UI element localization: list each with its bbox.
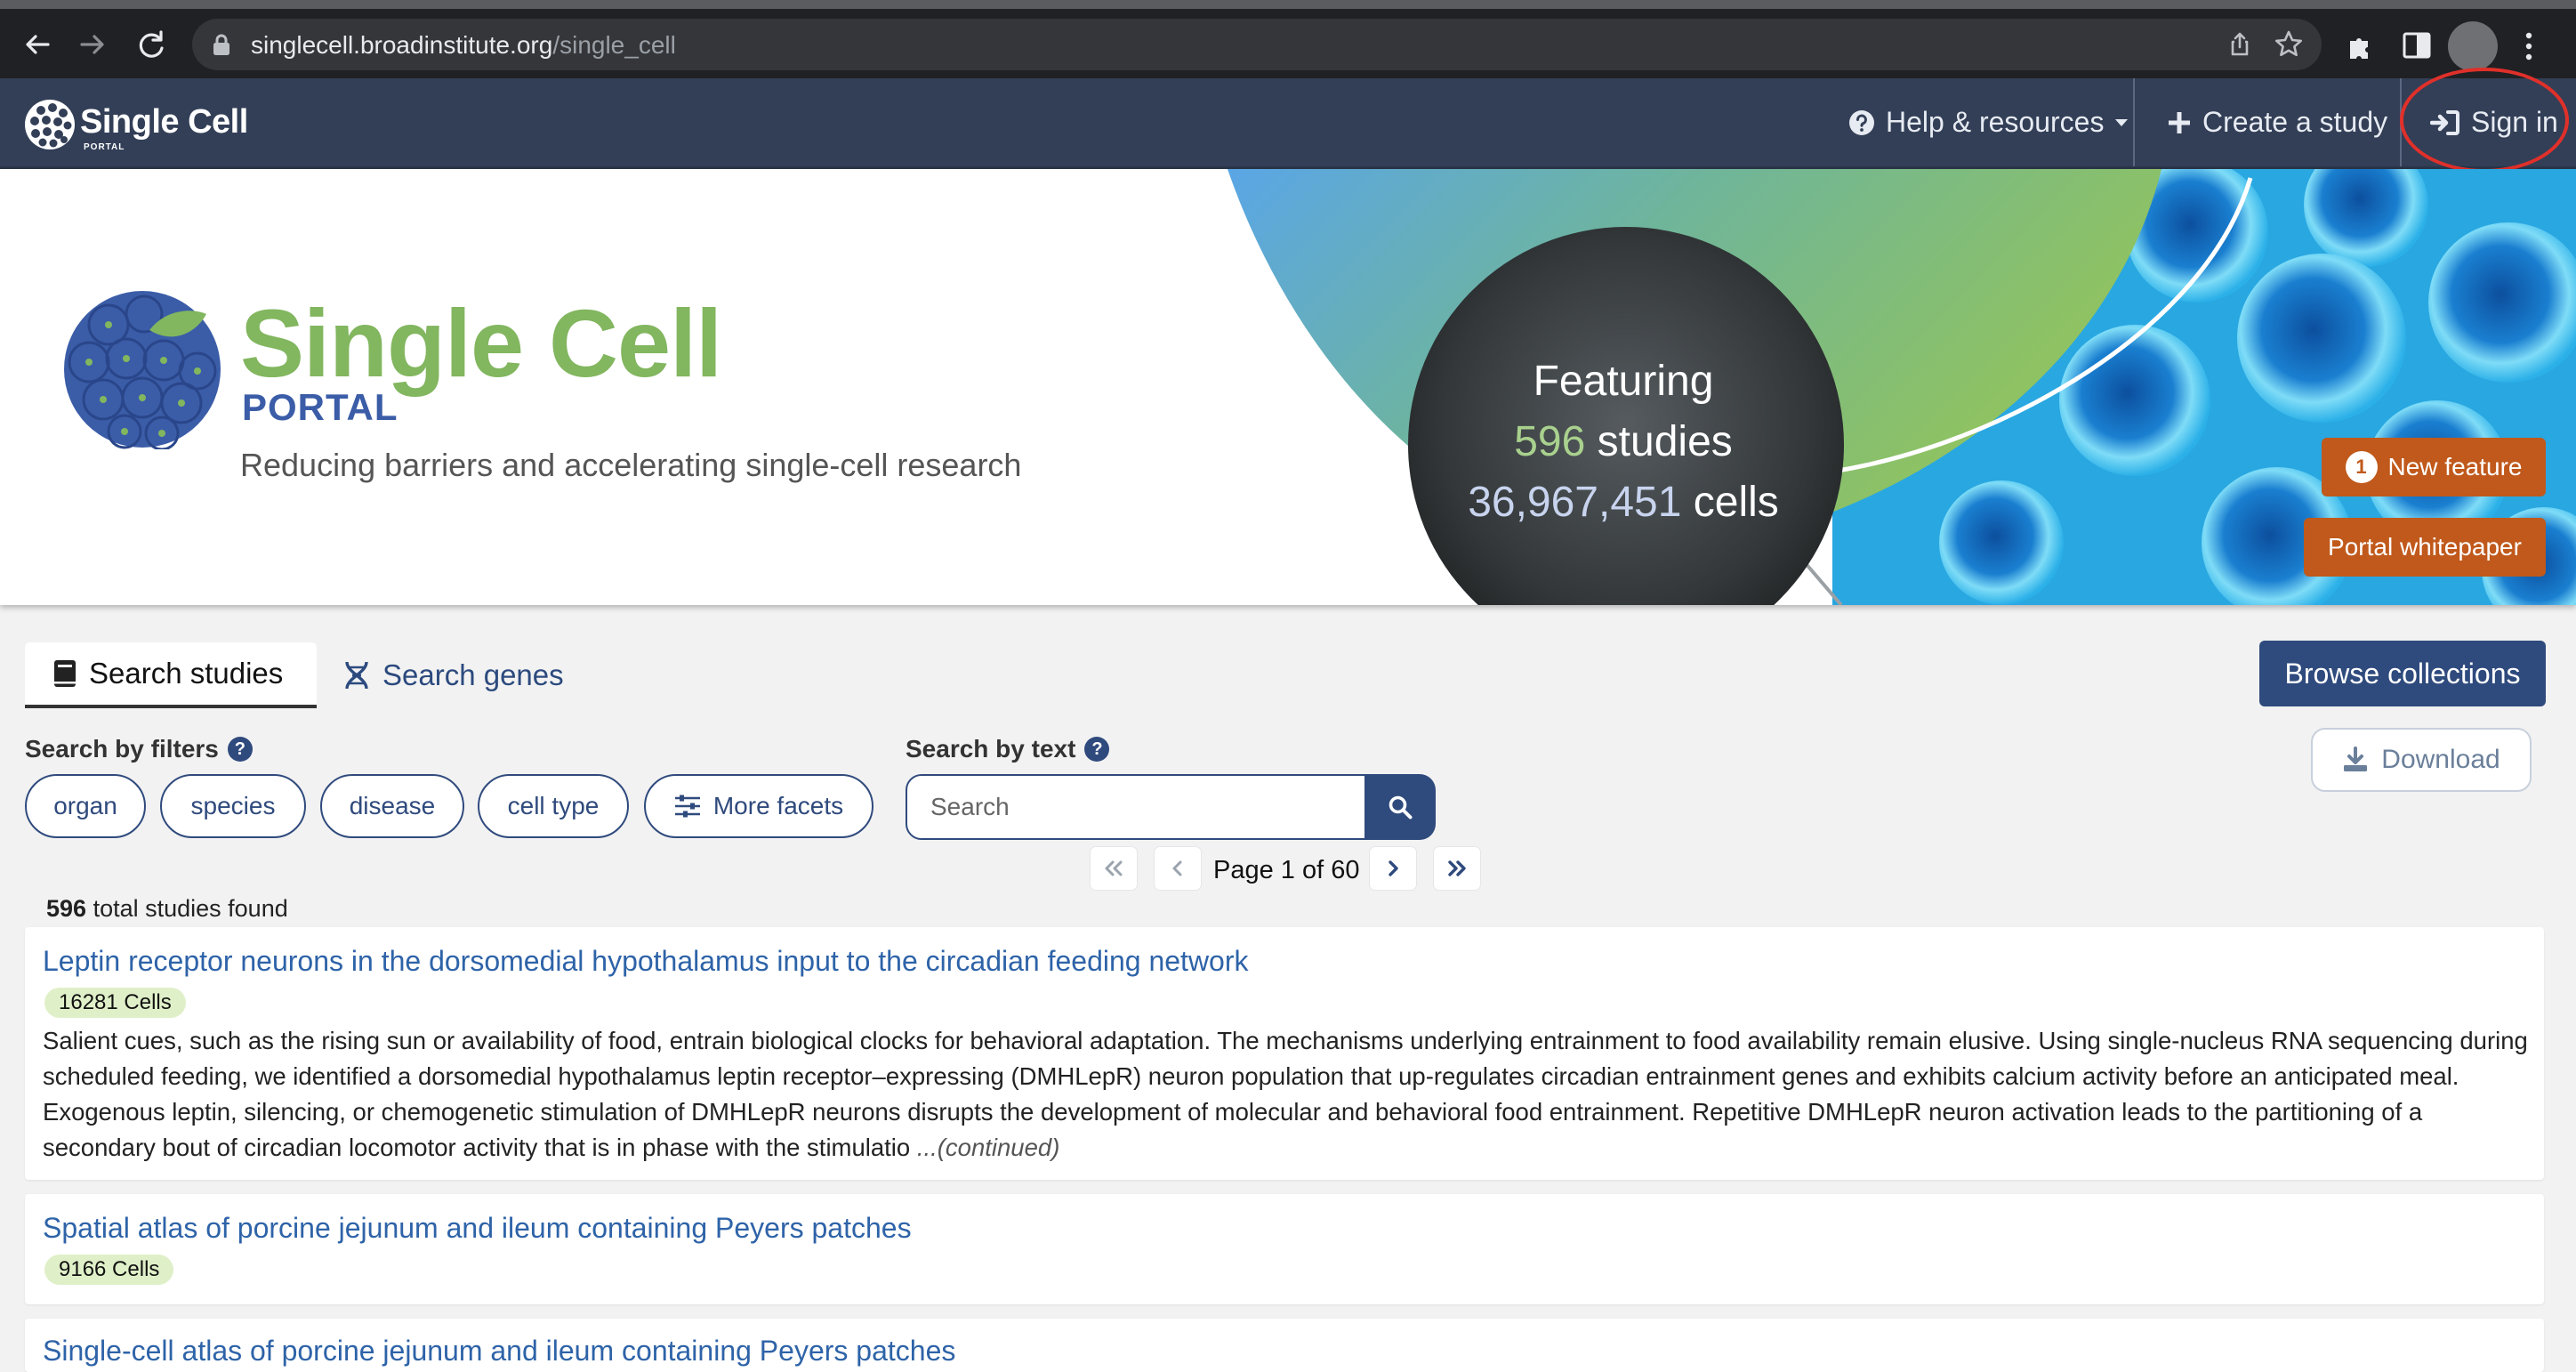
- more-vertical-icon[interactable]: [2523, 30, 2535, 62]
- tab-search-studies-label: Search studies: [89, 657, 284, 690]
- book-icon: [53, 659, 76, 688]
- studies-count: 596: [1514, 418, 1586, 465]
- nav-divider: [2133, 78, 2135, 166]
- search-by-filters-label: Search by filters ?: [25, 735, 253, 763]
- study-description-text: Salient cues, such as the rising sun or …: [43, 1027, 2528, 1161]
- help-resources-dropdown[interactable]: Help & resources: [1848, 78, 2129, 166]
- tab-search-studies[interactable]: Search studies: [25, 642, 317, 708]
- study-description: Salient cues, such as the rising sun or …: [43, 1023, 2533, 1166]
- total-studies-count: 596 total studies found: [46, 895, 288, 923]
- search-input[interactable]: [906, 774, 1366, 840]
- cell-count-badge: 9166 Cells: [44, 1255, 174, 1285]
- facet-cell-type-button[interactable]: cell type: [478, 774, 629, 838]
- search-by-filters-text: Search by filters: [25, 735, 219, 763]
- total-count-suffix: total studies found: [93, 895, 288, 922]
- hero-portal-subtitle: PORTAL: [242, 386, 398, 428]
- text-search-help-icon[interactable]: ?: [1084, 737, 1110, 762]
- bookmark-star-icon[interactable]: [2274, 29, 2304, 60]
- cells-label: cells: [1693, 479, 1779, 526]
- facet-species-button[interactable]: species: [160, 774, 306, 838]
- new-feature-count-badge: 1: [2345, 451, 2378, 483]
- first-page-button[interactable]: [1091, 847, 1137, 890]
- create-study-label: Create a study: [2202, 106, 2388, 138]
- download-button[interactable]: Download: [2311, 728, 2532, 792]
- lock-icon[interactable]: [212, 33, 231, 56]
- address-bar[interactable]: singlecell.broadinstitute.org/single_cel…: [192, 19, 2322, 70]
- share-icon[interactable]: [2226, 30, 2254, 59]
- tab-search-genes[interactable]: Search genes: [343, 642, 564, 708]
- chevron-left-icon: [1171, 860, 1185, 877]
- download-icon: [2342, 747, 2369, 773]
- single-cell-logo-icon: [62, 289, 222, 449]
- help-resources-label: Help & resources: [1886, 106, 2105, 138]
- portal-whitepaper-label: Portal whitepaper: [2328, 533, 2522, 561]
- reload-icon[interactable]: [133, 27, 169, 62]
- extensions-puzzle-icon[interactable]: [2345, 30, 2377, 62]
- app-navbar: Single Cell PORTAL Help & resources Crea…: [0, 78, 2576, 169]
- cell-count-badge: 16281 Cells: [44, 988, 186, 1018]
- plus-icon: [2167, 110, 2192, 135]
- new-feature-label: New feature: [2387, 453, 2523, 480]
- browser-toolbar: singlecell.broadinstitute.org/single_cel…: [0, 0, 2576, 78]
- hero-banner: Single Cell PORTAL Reducing barriers and…: [0, 169, 2576, 605]
- browse-collections-button[interactable]: Browse collections: [2259, 641, 2546, 706]
- download-label: Download: [2381, 745, 2500, 774]
- search-icon: [1388, 795, 1413, 819]
- study-card: Single-cell atlas of porcine jejunum and…: [25, 1319, 2544, 1372]
- studies-stat: 596 studies: [1410, 412, 1837, 472]
- brand-name: Single Cell: [80, 103, 248, 141]
- search-submit-button[interactable]: [1364, 774, 1436, 840]
- featuring-stats: Featuring 596 studies 36,967,451 cells: [1410, 351, 1837, 533]
- study-card: Leptin receptor neurons in the dorsomedi…: [25, 927, 2544, 1180]
- double-chevron-left-icon: [1103, 860, 1124, 877]
- study-title-link[interactable]: Single-cell atlas of porcine jejunum and…: [43, 1335, 955, 1368]
- caret-down-icon: [2114, 118, 2129, 127]
- brand-subtitle: PORTAL: [84, 142, 125, 152]
- back-arrow-icon[interactable]: [20, 27, 55, 62]
- create-study-link[interactable]: Create a study: [2167, 78, 2387, 166]
- dna-icon: [343, 660, 370, 690]
- portal-whitepaper-button[interactable]: Portal whitepaper: [2304, 518, 2546, 577]
- tab-search-genes-label: Search genes: [382, 658, 564, 691]
- search-by-text-text: Search by text: [906, 735, 1076, 763]
- chevron-right-icon: [1386, 860, 1400, 877]
- facet-disease-button[interactable]: disease: [320, 774, 464, 838]
- study-title-link[interactable]: Spatial atlas of porcine jejunum and ile…: [43, 1212, 912, 1245]
- forward-arrow-icon[interactable]: [75, 27, 110, 62]
- question-circle-icon: [1848, 109, 1875, 136]
- studies-label: studies: [1597, 418, 1733, 465]
- more-facets-button[interactable]: More facets: [644, 774, 873, 838]
- featuring-label: Featuring: [1533, 358, 1714, 405]
- more-facets-label: More facets: [712, 792, 844, 819]
- cell-cluster-logo-icon: [23, 98, 76, 151]
- annotation-ellipse: [2400, 68, 2569, 173]
- last-page-button[interactable]: [1434, 847, 1480, 890]
- next-page-button[interactable]: [1370, 847, 1416, 890]
- side-panel-icon[interactable]: [2402, 30, 2432, 61]
- url-text[interactable]: singlecell.broadinstitute.org/single_cel…: [251, 31, 676, 60]
- facet-organ-button[interactable]: organ: [25, 774, 146, 838]
- previous-page-button[interactable]: [1155, 847, 1201, 890]
- double-chevron-right-icon: [1446, 860, 1468, 877]
- total-count-number: 596: [46, 895, 87, 922]
- search-by-text-label: Search by text ?: [906, 735, 1110, 763]
- hero-tagline: Reducing barriers and accelerating singl…: [240, 447, 1022, 483]
- study-card: Spatial atlas of porcine jejunum and ile…: [25, 1194, 2544, 1304]
- cells-stat: 36,967,451 cells: [1410, 472, 1837, 533]
- hero-title: Single Cell: [240, 289, 722, 397]
- continued-link[interactable]: ...(continued): [917, 1134, 1060, 1161]
- study-title-link[interactable]: Leptin receptor neurons in the dorsomedi…: [43, 945, 1249, 978]
- new-feature-button[interactable]: 1 New feature: [2322, 438, 2546, 496]
- page-indicator: Page 1 of 60: [1213, 856, 1360, 884]
- sliders-icon: [674, 795, 701, 818]
- filters-help-icon[interactable]: ?: [227, 737, 253, 762]
- profile-avatar[interactable]: [2448, 21, 2498, 71]
- cells-count: 36,967,451: [1468, 479, 1682, 526]
